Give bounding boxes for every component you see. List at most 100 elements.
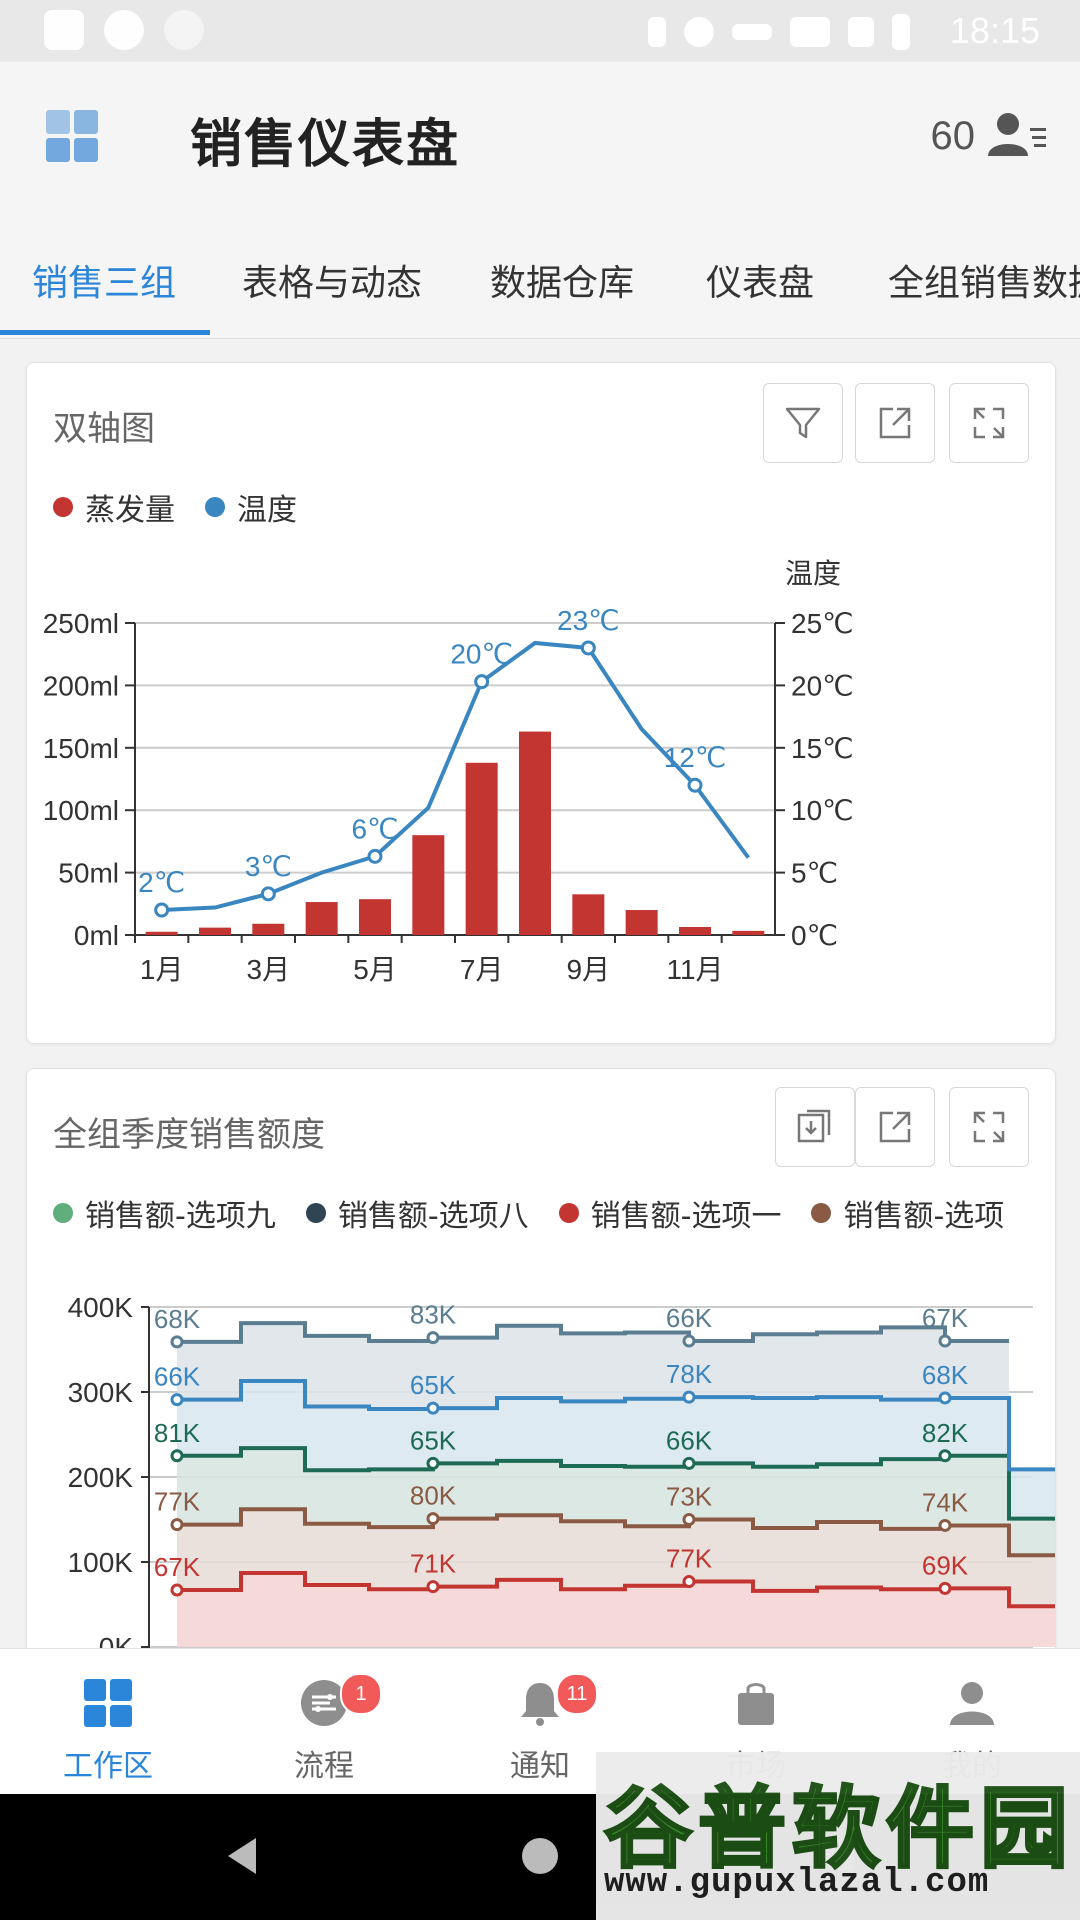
right-tick-label: 10℃ xyxy=(791,795,854,826)
legend-item-option-8[interactable]: 销售额-选项八 xyxy=(305,1191,529,1235)
left-tick-label: 150ml xyxy=(43,733,119,764)
share-button[interactable] xyxy=(855,383,935,463)
bar-evaporation xyxy=(359,899,391,935)
bar-evaporation xyxy=(199,927,231,935)
left-tick-label: 250ml xyxy=(43,608,119,639)
line-point xyxy=(474,674,490,690)
legend-dot xyxy=(305,1203,326,1223)
data-label: 67K xyxy=(154,1552,201,1582)
line-point xyxy=(170,1518,184,1532)
legend-label: 蒸发量 xyxy=(85,493,175,528)
x-tick-label: 11月 xyxy=(666,954,723,985)
data-label: 69K xyxy=(922,1550,969,1580)
data-label: 80K xyxy=(410,1481,457,1511)
line-point xyxy=(938,1334,952,1348)
dual-axis-chart: 温度 0ml 0℃ 50ml 5℃ 100ml 10℃ 150ml 15℃ 200ml 20℃ 250… xyxy=(43,558,854,985)
line-point xyxy=(938,1391,952,1405)
card-title: 全组季度销售额度 xyxy=(53,1115,325,1155)
legend-item-option[interactable]: 销售额-选项 xyxy=(811,1191,1004,1235)
tab-all-group-sales[interactable]: 全组销售数据 xyxy=(888,254,1080,306)
do-not-disturb-icon xyxy=(684,17,714,47)
tab-sales-group-3[interactable]: 销售三组 xyxy=(32,254,176,306)
loading-icon xyxy=(164,10,204,50)
legend-item-temperature[interactable]: 温度 xyxy=(205,485,297,529)
data-label: 20℃ xyxy=(450,639,513,670)
nav-workspace[interactable]: 工作区 xyxy=(0,1649,216,1795)
notification-badge: 11 xyxy=(556,1673,598,1715)
right-tick-label: 0℃ xyxy=(791,920,838,951)
back-icon[interactable] xyxy=(228,1838,256,1874)
data-label: 65K xyxy=(410,1425,457,1455)
expand-button[interactable] xyxy=(949,1087,1029,1167)
dual-axis-card: 双轴图 蒸发量 温度 温度 0ml 0℃ 50ml 5℃ 100ml 10℃ 150ml 15℃… xyxy=(26,362,1056,1044)
right-tick-label: 25℃ xyxy=(791,608,854,639)
bar-evaporation xyxy=(252,923,285,935)
bar-evaporation xyxy=(679,927,711,935)
bar-evaporation xyxy=(625,910,658,935)
right-tick-label: 15℃ xyxy=(791,733,854,764)
data-label: 74K xyxy=(922,1487,969,1517)
tab-bar: 销售三组 表格与动态 数据仓库 仪表盘 全组销售数据 xyxy=(0,238,1080,339)
download-button[interactable] xyxy=(775,1087,855,1167)
data-label: 83K xyxy=(410,1300,457,1330)
nav-flow[interactable]: 1 流程 xyxy=(216,1649,432,1795)
wifi-icon xyxy=(790,17,830,47)
data-label: 73K xyxy=(666,1482,713,1512)
share-button[interactable] xyxy=(855,1087,935,1167)
vpn-icon xyxy=(104,10,144,50)
line-point xyxy=(170,1583,184,1597)
line-point xyxy=(426,1580,440,1594)
tab-dashboard[interactable]: 仪表盘 xyxy=(706,254,814,306)
user-list-icon[interactable] xyxy=(988,112,1048,158)
line-point xyxy=(426,1331,440,1345)
bar-evaporation xyxy=(305,902,338,935)
legend-item-evaporation[interactable]: 蒸发量 xyxy=(53,485,175,529)
data-label: 78K xyxy=(666,1359,713,1389)
data-label: 77K xyxy=(666,1544,713,1574)
legend-dot xyxy=(205,497,225,517)
filter-button[interactable] xyxy=(763,383,843,463)
grid-icon[interactable] xyxy=(46,110,98,162)
data-label: 2℃ xyxy=(138,867,185,898)
legend-label: 销售额-选项一 xyxy=(590,1199,782,1234)
data-label: 66K xyxy=(666,1425,713,1455)
nav-label: 工作区 xyxy=(63,1749,153,1784)
key-icon xyxy=(732,24,772,40)
legend-label: 销售额-选项 xyxy=(843,1199,1005,1234)
line-point xyxy=(260,886,276,902)
data-label: 65K xyxy=(410,1370,457,1400)
tab-tables-dynamics[interactable]: 表格与动态 xyxy=(242,254,422,306)
no-sim-icon xyxy=(848,17,874,47)
status-bar: 18:15 xyxy=(0,0,1080,62)
y-tick-label: 400K xyxy=(68,1292,134,1323)
home-icon[interactable] xyxy=(522,1838,558,1874)
left-tick-label: 100ml xyxy=(43,795,119,826)
tab-data-warehouse[interactable]: 数据仓库 xyxy=(490,254,634,306)
right-tick-label: 20℃ xyxy=(791,670,854,701)
watermark-url: www.gupuxlazal.com xyxy=(604,1864,990,1902)
line-point xyxy=(367,848,383,864)
data-label: 68K xyxy=(922,1360,969,1390)
tab-indicator xyxy=(0,330,210,335)
data-label: 81K xyxy=(154,1418,201,1448)
battery-charging-icon xyxy=(892,14,910,50)
legend-dot xyxy=(811,1203,832,1223)
expand-button[interactable] xyxy=(949,383,1029,463)
right-axis-name: 温度 xyxy=(785,558,841,589)
x-tick-label: 5月 xyxy=(353,954,397,985)
line-point xyxy=(687,777,703,793)
x-tick-label: 9月 xyxy=(567,954,611,985)
line-point xyxy=(426,1456,440,1470)
line-point xyxy=(682,1575,696,1589)
left-tick-label: 50ml xyxy=(58,858,119,889)
legend-item-option-1[interactable]: 销售额-选项一 xyxy=(558,1191,782,1235)
person-icon xyxy=(950,1682,994,1725)
y-tick-label: 100K xyxy=(68,1547,134,1578)
line-point xyxy=(938,1518,952,1532)
legend-item-option-9[interactable]: 销售额-选项九 xyxy=(53,1191,276,1235)
shopping-bag-icon xyxy=(738,1683,774,1725)
line-point xyxy=(682,1513,696,1526)
legend-label: 销售额-选项八 xyxy=(337,1199,529,1234)
grid-icon xyxy=(84,1679,132,1727)
x-tick-label: 1月 xyxy=(140,954,184,985)
